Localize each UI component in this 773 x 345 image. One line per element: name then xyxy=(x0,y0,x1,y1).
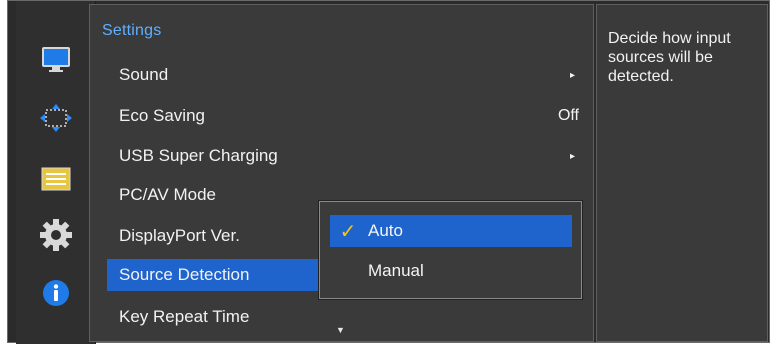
picture-icon[interactable] xyxy=(16,37,96,83)
checkmark-icon: ✓ xyxy=(339,220,357,243)
help-panel: Decide how input sources will be detecte… xyxy=(596,4,768,342)
submenu-item-label: Auto xyxy=(368,221,403,240)
menu-item-sound[interactable]: Sound ▸ xyxy=(107,59,587,91)
help-text: Decide how input sources will be detecte… xyxy=(608,30,731,85)
system-gear-icon[interactable] xyxy=(16,212,96,258)
scroll-down-icon[interactable]: ▼ xyxy=(336,325,345,335)
source-detection-submenu: ✓ Auto Manual xyxy=(319,201,582,299)
menu-item-key-repeat-time[interactable]: Key Repeat Time xyxy=(107,301,587,333)
category-sidebar xyxy=(16,1,96,344)
menu-item-value: Off xyxy=(557,107,579,124)
submenu-arrow-icon: ▸ xyxy=(569,150,575,162)
menu-item-label: PC/AV Mode xyxy=(119,185,217,204)
submenu-arrow-icon: ▸ xyxy=(569,69,575,81)
submenu-item-auto[interactable]: ✓ Auto xyxy=(330,215,572,247)
menu-item-source-detection[interactable]: Source Detection xyxy=(107,259,337,291)
menu-item-eco-saving[interactable]: Eco Saving Off xyxy=(107,100,587,132)
menu-item-label: Key Repeat Time xyxy=(119,307,250,326)
menu-title: Settings xyxy=(102,22,162,39)
onscreen-display-icon[interactable] xyxy=(16,95,96,141)
submenu-item-label: Manual xyxy=(368,261,424,280)
settings-list-icon[interactable] xyxy=(16,156,96,202)
menu-item-label: Eco Saving xyxy=(119,106,205,125)
menu-item-label: DisplayPort Ver. xyxy=(119,226,240,245)
information-icon[interactable] xyxy=(16,270,96,316)
menu-item-label: USB Super Charging xyxy=(119,146,278,165)
submenu-item-manual[interactable]: Manual xyxy=(330,255,572,287)
menu-item-label: Sound xyxy=(119,65,169,84)
menu-item-usb-super-charging[interactable]: USB Super Charging ▸ xyxy=(107,140,587,172)
menu-item-label: Source Detection xyxy=(119,265,250,284)
